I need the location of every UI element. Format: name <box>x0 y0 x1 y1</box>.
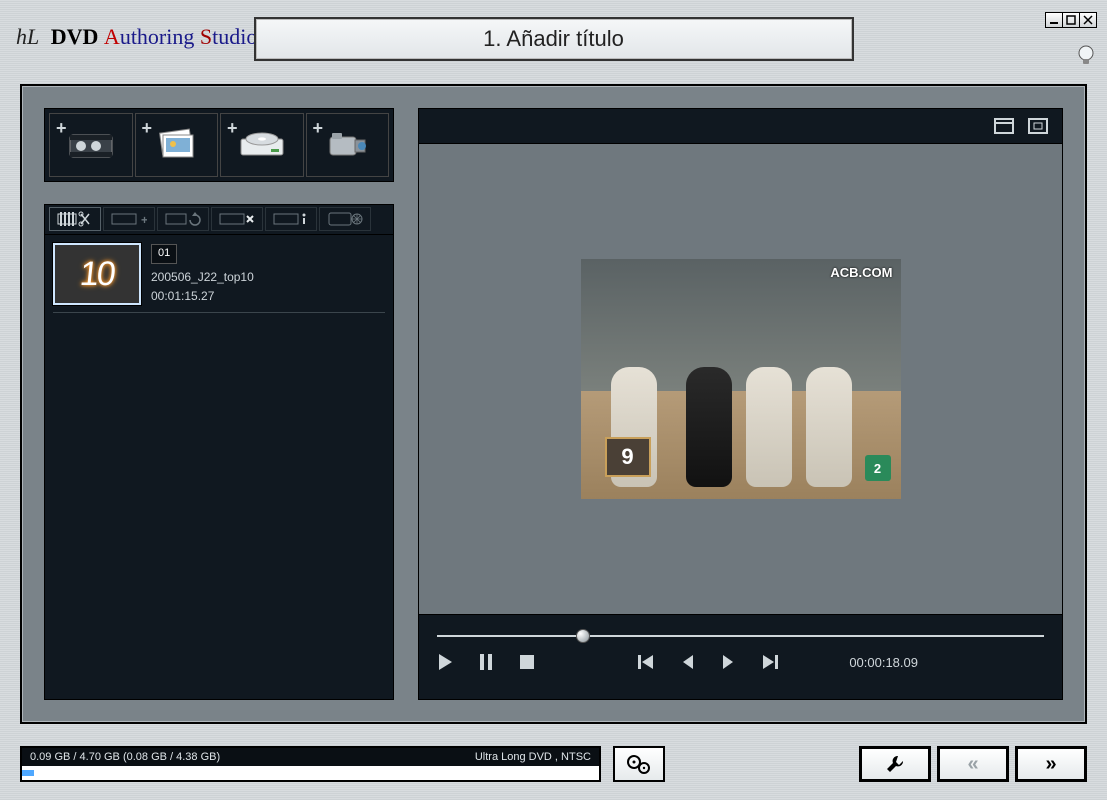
clip-cut-button[interactable] <box>49 207 101 231</box>
clip-list: 10 01 200506_J22_top10 00:01:15.27 <box>45 235 393 699</box>
close-button[interactable] <box>1079 12 1097 28</box>
next-step-button[interactable]: » <box>1015 746 1087 782</box>
clip-refresh-button[interactable] <box>157 207 209 231</box>
app-logo: hL DVD Authoring Studio 2.0 <box>16 24 290 50</box>
play-button[interactable] <box>437 653 453 671</box>
capacity-progress <box>22 766 599 780</box>
clip-panel: + <box>44 204 394 700</box>
video-preview[interactable]: 9 2 ACB.COM <box>581 259 901 499</box>
preview-header <box>418 108 1063 144</box>
film-refresh-icon <box>165 211 201 227</box>
step-back-icon <box>681 654 695 670</box>
pause-button[interactable] <box>479 653 493 671</box>
photo-stack-icon <box>151 125 201 165</box>
clip-effects-button[interactable] <box>319 207 371 231</box>
clip-item[interactable]: 10 01 200506_J22_top10 00:01:15.27 <box>53 243 385 313</box>
film-reel-icon <box>66 125 116 165</box>
clip-duration: 00:01:15.27 <box>151 289 214 303</box>
tools-button[interactable] <box>859 746 931 782</box>
window-icon <box>994 118 1014 134</box>
svg-text:+: + <box>141 213 147 227</box>
film-delete-icon <box>219 211 255 227</box>
fullscreen-icon <box>1028 118 1048 134</box>
aperture-icon <box>327 211 363 227</box>
add-from-drive-button[interactable]: + <box>220 113 304 177</box>
maximize-button[interactable] <box>1062 12 1080 28</box>
channel-badge: 2 <box>865 455 891 481</box>
clip-delete-button[interactable] <box>211 207 263 231</box>
gears-icon <box>626 754 652 774</box>
pause-icon <box>479 653 493 671</box>
film-info-icon <box>273 211 309 227</box>
clip-info-button[interactable] <box>265 207 317 231</box>
skip-start-icon <box>637 654 655 670</box>
hint-bulb-icon[interactable] <box>1077 44 1095 68</box>
transport-bar: 00:00:18.09 <box>418 614 1063 700</box>
step-back-button[interactable] <box>681 654 695 670</box>
fullscreen-preview-button[interactable] <box>1028 118 1048 134</box>
clip-thumbnail[interactable]: 10 <box>53 243 141 305</box>
skip-end-button[interactable] <box>761 654 779 670</box>
scissors-icon <box>57 211 93 227</box>
skip-end-icon <box>761 654 779 670</box>
import-toolbar: + + + <box>44 108 394 182</box>
skip-start-button[interactable] <box>637 654 655 670</box>
camcorder-icon <box>322 125 372 165</box>
playback-timecode: 00:00:18.09 <box>849 655 918 670</box>
prev-step-button[interactable]: « <box>937 746 1009 782</box>
clip-add-button[interactable]: + <box>103 207 155 231</box>
windowed-preview-button[interactable] <box>994 118 1014 134</box>
stop-icon <box>519 654 535 670</box>
clip-name: 200506_J22_top10 <box>151 270 254 284</box>
disc-capacity-panel: 0.09 GB / 4.70 GB (0.08 GB / 4.38 GB) Ul… <box>20 746 601 782</box>
minimize-button[interactable] <box>1045 12 1063 28</box>
main-panel: + + + <box>20 84 1087 724</box>
seek-slider[interactable] <box>437 627 1044 645</box>
play-icon <box>437 653 453 671</box>
wrench-icon <box>885 754 905 774</box>
stop-button[interactable] <box>519 653 535 671</box>
step-forward-button[interactable] <box>721 654 735 670</box>
disc-format-text: Ultra Long DVD , NTSC <box>475 750 591 764</box>
rank-overlay: 9 <box>605 437 651 477</box>
clip-index-badge: 01 <box>151 244 177 264</box>
capacity-text: 0.09 GB / 4.70 GB (0.08 GB / 4.38 GB) <box>30 750 220 764</box>
add-from-camera-button[interactable]: + <box>306 113 390 177</box>
add-image-file-button[interactable]: + <box>135 113 219 177</box>
film-plus-icon: + <box>111 211 147 227</box>
step-forward-icon <box>721 654 735 670</box>
seek-knob[interactable] <box>576 629 590 643</box>
add-video-file-button[interactable]: + <box>49 113 133 177</box>
clip-metadata: 01 200506_J22_top10 00:01:15.27 <box>151 243 254 306</box>
clip-toolbar: + <box>45 205 393 235</box>
step-title-banner: 1. Añadir título <box>254 17 854 61</box>
video-watermark: ACB.COM <box>830 265 892 280</box>
settings-button[interactable] <box>613 746 665 782</box>
preview-stage: 9 2 ACB.COM <box>418 144 1063 614</box>
disc-drive-icon <box>235 125 289 165</box>
step-title: 1. Añadir título <box>483 26 624 52</box>
